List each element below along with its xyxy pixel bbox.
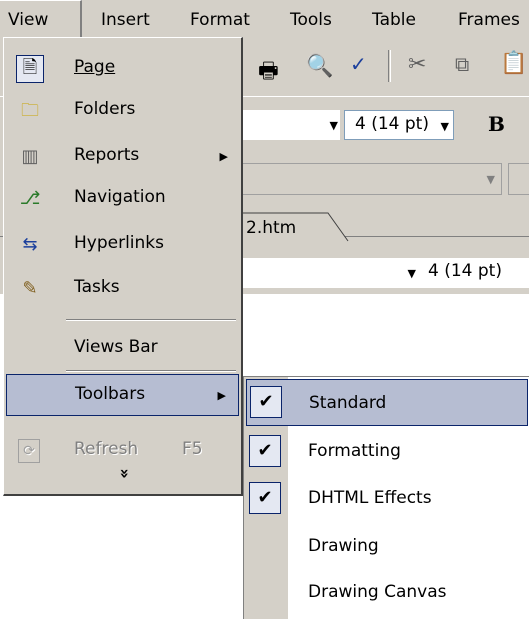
menu-item-folders[interactable]: 🗀 Folders: [4, 90, 240, 132]
submenu-arrow-icon: ▶: [217, 389, 226, 402]
style-combo[interactable]: ▼: [240, 110, 340, 140]
font-size-combo[interactable]: 4 (14 pt) ▼: [344, 110, 454, 140]
copy-icon[interactable]: ⧉: [455, 52, 469, 76]
submenu-item-drawing[interactable]: Drawing: [244, 523, 529, 570]
submenu-item-drawing-canvas[interactable]: Drawing Canvas: [244, 569, 529, 616]
toolbars-submenu: ✔ Standard ✔ Formatting ✔ DHTML Effects …: [243, 376, 529, 619]
dhtml-combo-2[interactable]: [508, 163, 529, 195]
reports-icon: ▥: [21, 146, 39, 167]
menu-item-hyperlinks[interactable]: ⇆ Hyperlinks: [4, 224, 240, 266]
menubar-item-table[interactable]: Table: [372, 8, 416, 32]
chevron-down-icon: ▼: [440, 120, 449, 133]
menu-item-reports[interactable]: ▥ Reports ▶: [4, 136, 240, 178]
page-icon: 🗎: [16, 55, 44, 83]
menu-item-page[interactable]: 🗎 Page: [4, 48, 240, 90]
menu-expand-chevron[interactable]: »: [4, 462, 240, 492]
menu-separator: [66, 370, 236, 372]
menu-item-views-bar[interactable]: Views Bar: [4, 328, 240, 370]
chevron-down-icon: ▼: [329, 119, 338, 132]
refresh-icon: ⟳: [18, 439, 40, 463]
folder-icon: 🗀: [21, 100, 39, 121]
spelling-icon[interactable]: ✓: [350, 52, 367, 76]
cut-icon[interactable]: ✂: [408, 52, 426, 77]
paste-icon[interactable]: 📋: [500, 51, 527, 76]
font-combo[interactable]: ▼: [240, 258, 420, 288]
bold-button[interactable]: B: [488, 112, 505, 136]
toolbar-separator: [388, 50, 391, 82]
font-size-combo-2[interactable]: 4 (14 pt): [420, 258, 529, 288]
tasks-icon: ✎: [22, 278, 38, 299]
submenu-item-dhtml-effects[interactable]: ✔ DHTML Effects: [244, 475, 529, 522]
menu-separator: [66, 319, 236, 321]
menu-item-tasks[interactable]: ✎ Tasks: [4, 268, 240, 310]
menubar-item-format[interactable]: Format: [190, 8, 250, 32]
menubar-item-insert[interactable]: Insert: [101, 8, 150, 32]
dhtml-combo[interactable]: ▼: [240, 163, 502, 195]
chevron-down-icon: ▼: [486, 173, 495, 186]
checkmark-icon: ✔: [249, 435, 281, 467]
menubar-item-tools[interactable]: Tools: [290, 8, 332, 32]
print-icon[interactable]: 🖶: [258, 54, 279, 92]
document-tab-label: 2.htm: [246, 218, 297, 238]
checkmark-icon: ✔: [250, 386, 282, 418]
print-preview-icon[interactable]: 🔍: [306, 54, 333, 79]
double-chevron-down-icon: »: [115, 468, 135, 479]
chevron-down-icon: ▼: [407, 267, 416, 280]
view-menu: 🗎 Page 🗀 Folders ▥ Reports ▶ ⎇ Navigatio…: [3, 37, 243, 496]
submenu-item-formatting[interactable]: ✔ Formatting: [244, 428, 529, 475]
menu-item-navigation[interactable]: ⎇ Navigation: [4, 178, 240, 220]
menubar-item-frames[interactable]: Frames: [458, 8, 520, 32]
submenu-arrow-icon: ▶: [219, 150, 228, 163]
navigation-icon: ⎇: [19, 188, 41, 209]
menubar: View Insert Format Tools Table Frames: [0, 0, 529, 38]
hyperlinks-icon: ⇆: [22, 234, 38, 255]
checkmark-icon: ✔: [249, 482, 281, 514]
menubar-item-view[interactable]: View: [8, 8, 48, 32]
menu-item-toolbars[interactable]: Toolbars ▶: [6, 374, 239, 416]
submenu-item-standard[interactable]: ✔ Standard: [246, 379, 528, 426]
